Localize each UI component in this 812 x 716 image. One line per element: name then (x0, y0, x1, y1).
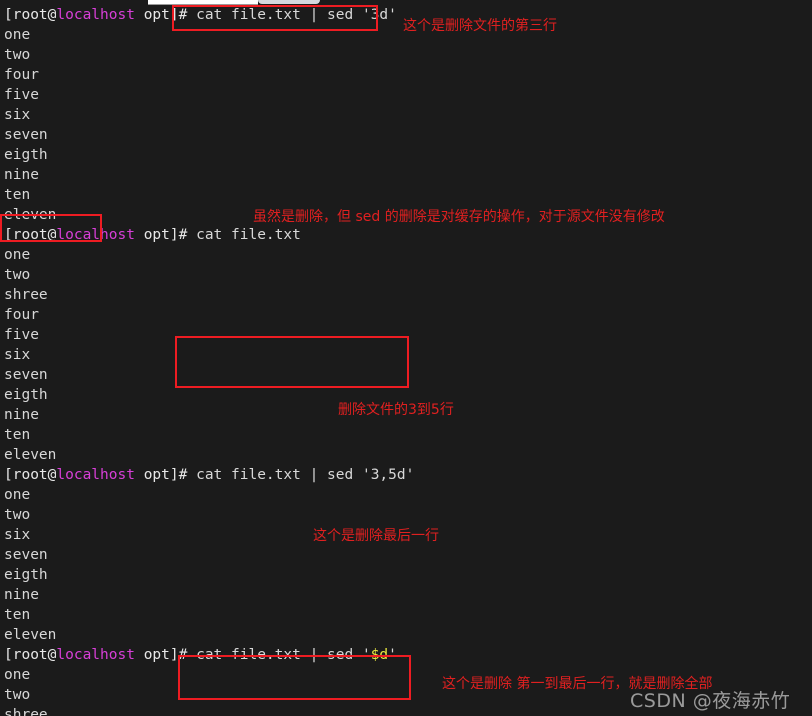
terminal-output-line: two (4, 45, 812, 65)
annotation-delete-3-to-5: 删除文件的3到5行 (338, 402, 454, 418)
terminal-output-line: four (4, 305, 812, 325)
prompt-hostname: localhost (56, 647, 135, 663)
terminal-output-text: shree (4, 707, 48, 716)
terminal-output-text: four (4, 307, 39, 323)
window-tab-fragment (258, 0, 320, 4)
terminal-output-text: one (4, 247, 31, 263)
terminal-command: cat file.txt | sed '3d' (196, 7, 397, 23)
terminal-output-text: nine (4, 407, 39, 423)
terminal-output-text: two (4, 687, 31, 703)
terminal-output-line: seven (4, 365, 812, 385)
terminal-output-text: two (4, 507, 31, 523)
prompt-suffix: opt]# (134, 647, 188, 663)
terminal-output-line: six (4, 105, 812, 125)
terminal-window: [root@localhost opt]# cat file.txt | sed… (0, 0, 812, 716)
terminal-output-text: eigth (4, 387, 48, 403)
terminal-output-text: one (4, 667, 31, 683)
terminal-output-text: two (4, 267, 31, 283)
prompt-hostname: localhost (56, 467, 135, 483)
terminal-output-text: two (4, 47, 31, 63)
terminal-output-text: nine (4, 167, 39, 183)
terminal-output-text: six (4, 527, 31, 543)
terminal-output-line: eleven (4, 625, 812, 645)
terminal-output-text: eleven (4, 627, 57, 643)
terminal-output-text: one (4, 487, 31, 503)
terminal-output-line: five (4, 85, 812, 105)
terminal-output-line: two (4, 265, 812, 285)
terminal-output-line: ten (4, 605, 812, 625)
terminal-command-highlight: $d (370, 647, 389, 663)
terminal-output-text: seven (4, 547, 48, 563)
terminal-output-line: ten (4, 425, 812, 445)
terminal-output-text: seven (4, 127, 48, 143)
terminal-output-line: nine (4, 585, 812, 605)
terminal-output-line: nine (4, 165, 812, 185)
terminal-output-line: shree (4, 285, 812, 305)
terminal-output-text: six (4, 107, 31, 123)
terminal-output-text: nine (4, 587, 39, 603)
terminal-output-text: ten (4, 607, 31, 623)
prompt-prefix: [root@ (4, 227, 57, 243)
terminal-output-text: ten (4, 427, 31, 443)
terminal-output-text: eigth (4, 147, 48, 163)
prompt-suffix: opt]# (134, 7, 188, 23)
csdn-watermark: CSDN @夜海赤竹 (630, 690, 791, 712)
terminal-output-text: eleven (4, 447, 57, 463)
terminal-output-line: ten (4, 185, 812, 205)
terminal-command: cat file.txt | sed '3,5d' (196, 467, 415, 483)
prompt-hostname: localhost (56, 227, 135, 243)
annotation-delete-third-line: 这个是删除文件的第三行 (403, 18, 557, 34)
terminal-output-line: five (4, 325, 812, 345)
terminal-output-line: seven (4, 125, 812, 145)
annotation-sed-buffer-only: 虽然是删除，但 sed 的删除是对缓存的操作，对于源文件没有修改 (253, 209, 665, 225)
terminal-output-text: one (4, 27, 31, 43)
terminal-command: cat file.txt (196, 227, 301, 243)
prompt-prefix: [root@ (4, 7, 57, 23)
terminal-output-text: eigth (4, 567, 48, 583)
terminal-output-text: four (4, 67, 39, 83)
terminal-command-tail: ' (388, 647, 397, 663)
terminal-prompt-line: [root@localhost opt]# cat file.txt (4, 225, 812, 245)
terminal-output-text: five (4, 87, 39, 103)
terminal-command: cat file.txt | sed ' (196, 647, 371, 663)
annotation-delete-last-line: 这个是删除最后一行 (313, 528, 439, 544)
terminal-prompt-line: [root@localhost opt]# cat file.txt | sed… (4, 645, 812, 665)
prompt-suffix: opt]# (134, 227, 188, 243)
terminal-output-line: four (4, 65, 812, 85)
terminal-prompt-line: [root@localhost opt]# cat file.txt | sed… (4, 465, 812, 485)
terminal-output-line: seven (4, 545, 812, 565)
terminal-output-line: one (4, 245, 812, 265)
terminal-output-text: six (4, 347, 31, 363)
prompt-hostname: localhost (56, 7, 135, 23)
terminal-output-line: two (4, 505, 812, 525)
terminal-output-line: eleven (4, 445, 812, 465)
prompt-prefix: [root@ (4, 467, 57, 483)
terminal-output-text: eleven (4, 207, 57, 223)
terminal-output[interactable]: [root@localhost opt]# cat file.txt | sed… (4, 5, 812, 716)
prompt-prefix: [root@ (4, 647, 57, 663)
terminal-output-text: shree (4, 287, 48, 303)
terminal-output-line: eigth (4, 145, 812, 165)
terminal-output-line: one (4, 485, 812, 505)
terminal-output-text: ten (4, 187, 31, 203)
prompt-suffix: opt]# (134, 467, 188, 483)
terminal-output-text: five (4, 327, 39, 343)
terminal-output-line: six (4, 345, 812, 365)
terminal-output-line: eigth (4, 565, 812, 585)
terminal-output-text: seven (4, 367, 48, 383)
